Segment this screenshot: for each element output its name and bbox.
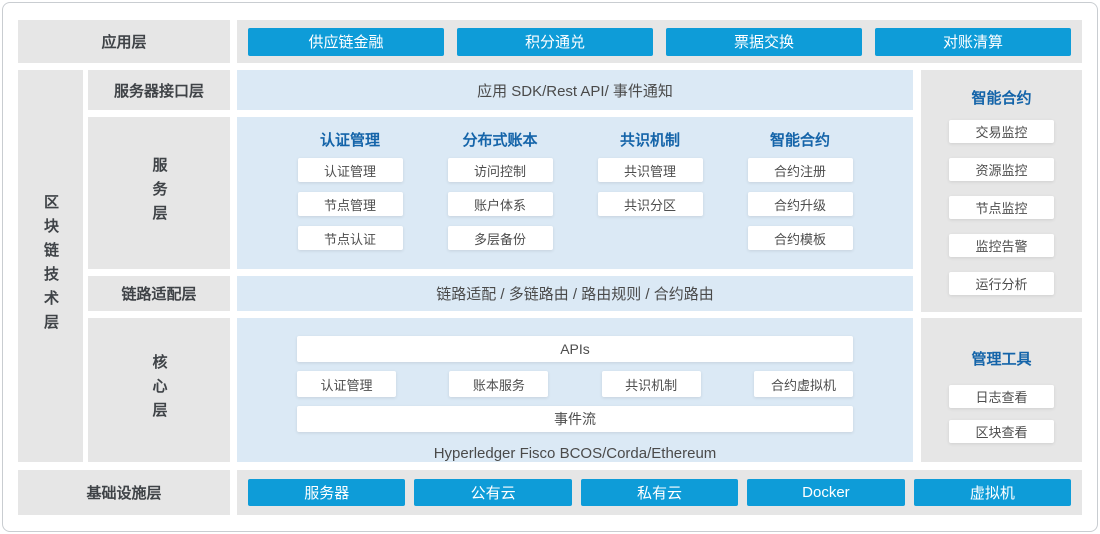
infra-layer-label: 基础设施层 (18, 470, 230, 515)
core-node: 账本服务 (449, 371, 548, 397)
tools-node: 日志查看 (949, 385, 1054, 408)
tech-layer-label: 区块链技术层 (18, 70, 83, 462)
infra-node-public-cloud: 公有云 (414, 479, 571, 506)
service-node: 合约模板 (748, 226, 853, 250)
service-node: 合约升级 (748, 192, 853, 216)
link-layer-label: 链路适配层 (88, 276, 230, 311)
infra-node-vm: 虚拟机 (914, 479, 1071, 506)
monitor-node: 资源监控 (949, 158, 1054, 181)
monitor-panel: 智能合约 交易监控 资源监控 节点监控 监控告警 运行分析 (921, 70, 1082, 312)
app-node-bill-exchange: 票据交换 (666, 28, 862, 56)
core-apis-bar: APIs (297, 336, 853, 362)
service-column-ledger: 分布式账本 访问控制 账户体系 多层备份 (448, 130, 553, 269)
core-node: 共识机制 (602, 371, 701, 397)
infra-node-private-cloud: 私有云 (581, 479, 738, 506)
tech-layer-label-text: 区块链技术层 (43, 194, 58, 338)
service-node: 合约注册 (748, 158, 853, 182)
service-layer-panel: 认证管理 认证管理 节点管理 节点认证 分布式账本 访问控制 账户体系 多层备份… (237, 117, 913, 269)
core-node: 认证管理 (297, 371, 396, 397)
infra-node-docker: Docker (747, 479, 904, 506)
architecture-diagram: 应用层 供应链金融 积分通兑 票据交换 对账清算 区块链技术层 服务器接口层 服… (0, 0, 1100, 534)
core-modules-row: 认证管理 账本服务 共识机制 合约虚拟机 (297, 371, 853, 397)
service-node: 共识管理 (598, 158, 703, 182)
service-column-auth-header: 认证管理 (320, 130, 380, 148)
interface-layer-label: 服务器接口层 (88, 70, 230, 110)
app-layer-label: 应用层 (18, 20, 230, 63)
infra-layer-strip: 服务器 公有云 私有云 Docker 虚拟机 (237, 470, 1082, 515)
core-platforms-text: Hyperledger Fisco BCOS/Corda/Ethereum (434, 445, 717, 462)
core-event-stream-bar: 事件流 (297, 406, 853, 432)
service-node: 访问控制 (448, 158, 553, 182)
monitor-node: 交易监控 (949, 120, 1054, 143)
service-node: 认证管理 (298, 158, 403, 182)
monitor-node: 运行分析 (949, 272, 1054, 295)
interface-layer-content: 应用 SDK/Rest API/ 事件通知 (237, 70, 913, 110)
service-column-consensus-header: 共识机制 (620, 130, 680, 148)
service-column-contract-header: 智能合约 (770, 130, 830, 148)
monitor-panel-header: 智能合约 (971, 88, 1031, 106)
core-layer-label-text: 核心层 (152, 354, 167, 426)
app-node-reconciliation: 对账清算 (875, 28, 1071, 56)
service-node: 节点认证 (298, 226, 403, 250)
core-node: 合约虚拟机 (754, 371, 853, 397)
service-node: 共识分区 (598, 192, 703, 216)
service-layer-label: 服务层 (88, 117, 230, 269)
tools-panel: 管理工具 日志查看 区块查看 (921, 318, 1082, 462)
app-node-supply-chain-finance: 供应链金融 (248, 28, 444, 56)
service-node: 节点管理 (298, 192, 403, 216)
service-column-ledger-header: 分布式账本 (462, 130, 537, 148)
infra-node-server: 服务器 (248, 479, 405, 506)
tools-node: 区块查看 (949, 420, 1054, 443)
service-column-contract: 智能合约 合约注册 合约升级 合约模板 (748, 130, 853, 269)
service-node: 多层备份 (448, 226, 553, 250)
tools-panel-header: 管理工具 (971, 349, 1031, 367)
service-column-consensus: 共识机制 共识管理 共识分区 (598, 130, 703, 269)
app-node-points-exchange: 积分通兑 (457, 28, 653, 56)
monitor-node: 监控告警 (949, 234, 1054, 257)
link-layer-content: 链路适配 / 多链路由 / 路由规则 / 合约路由 (237, 276, 913, 311)
service-layer-label-text: 服务层 (152, 157, 167, 229)
core-layer-label: 核心层 (88, 318, 230, 462)
service-node: 账户体系 (448, 192, 553, 216)
core-layer-panel: APIs 认证管理 账本服务 共识机制 合约虚拟机 事件流 Hyperledge… (237, 318, 913, 462)
app-layer-strip: 供应链金融 积分通兑 票据交换 对账清算 (237, 20, 1082, 63)
monitor-node: 节点监控 (949, 196, 1054, 219)
service-column-auth: 认证管理 认证管理 节点管理 节点认证 (298, 130, 403, 269)
